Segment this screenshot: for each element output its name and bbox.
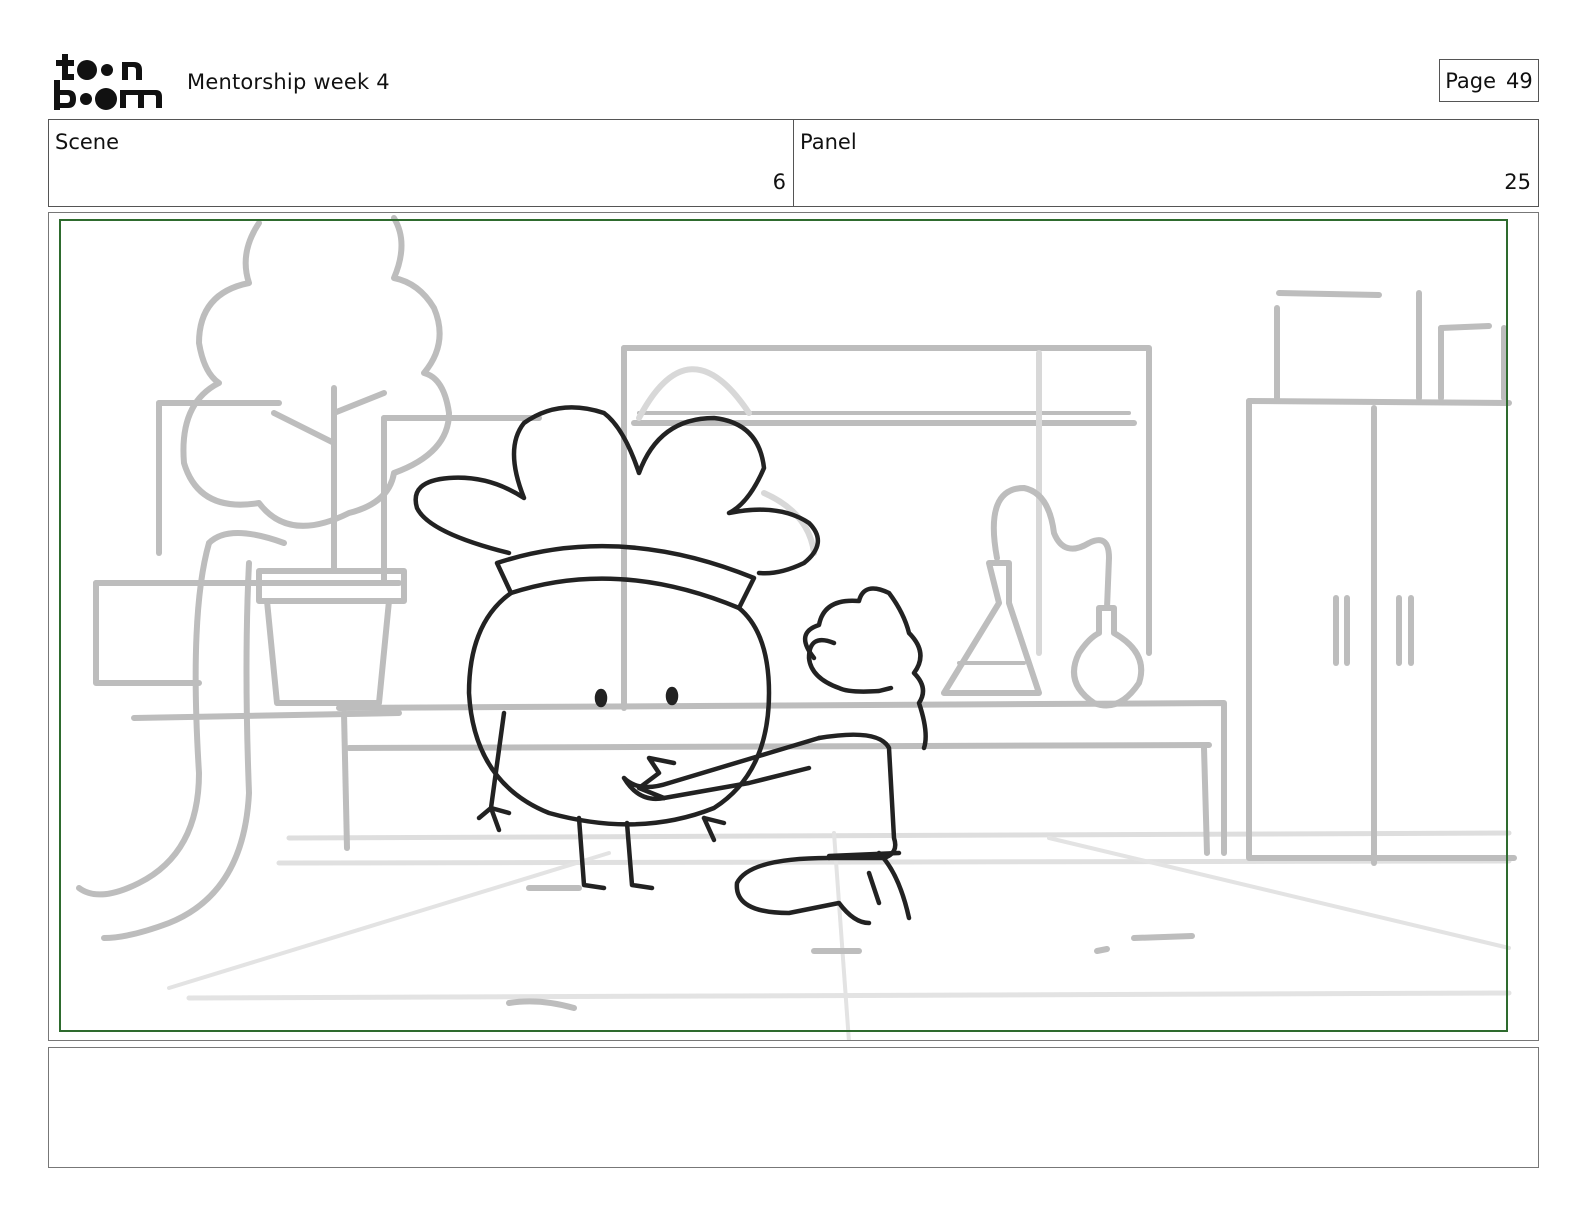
scene-label: Scene: [55, 130, 120, 154]
document-title: Mentorship week 4: [187, 70, 390, 94]
storyboard-panel: [48, 212, 1539, 1041]
safe-frame: [59, 219, 1508, 1032]
scene-panel-info: Scene 6 Panel 25: [48, 119, 1539, 207]
panel-cell: Panel 25: [793, 120, 1538, 206]
panel-label: Panel: [800, 130, 857, 154]
page-number: 49: [1506, 68, 1533, 93]
panel-value: 25: [1504, 170, 1531, 194]
scene-cell: Scene 6: [49, 120, 793, 206]
background-sketch: [76, 215, 1517, 1040]
character-sketch: [413, 405, 928, 926]
panel-drawing: [59, 215, 1517, 1040]
scene-value: 6: [772, 170, 786, 194]
caption-box: [48, 1047, 1539, 1168]
page-label: Page: [1445, 68, 1497, 93]
toon-boom-logo: [54, 54, 162, 110]
page-indicator: Page 49: [1439, 59, 1539, 102]
